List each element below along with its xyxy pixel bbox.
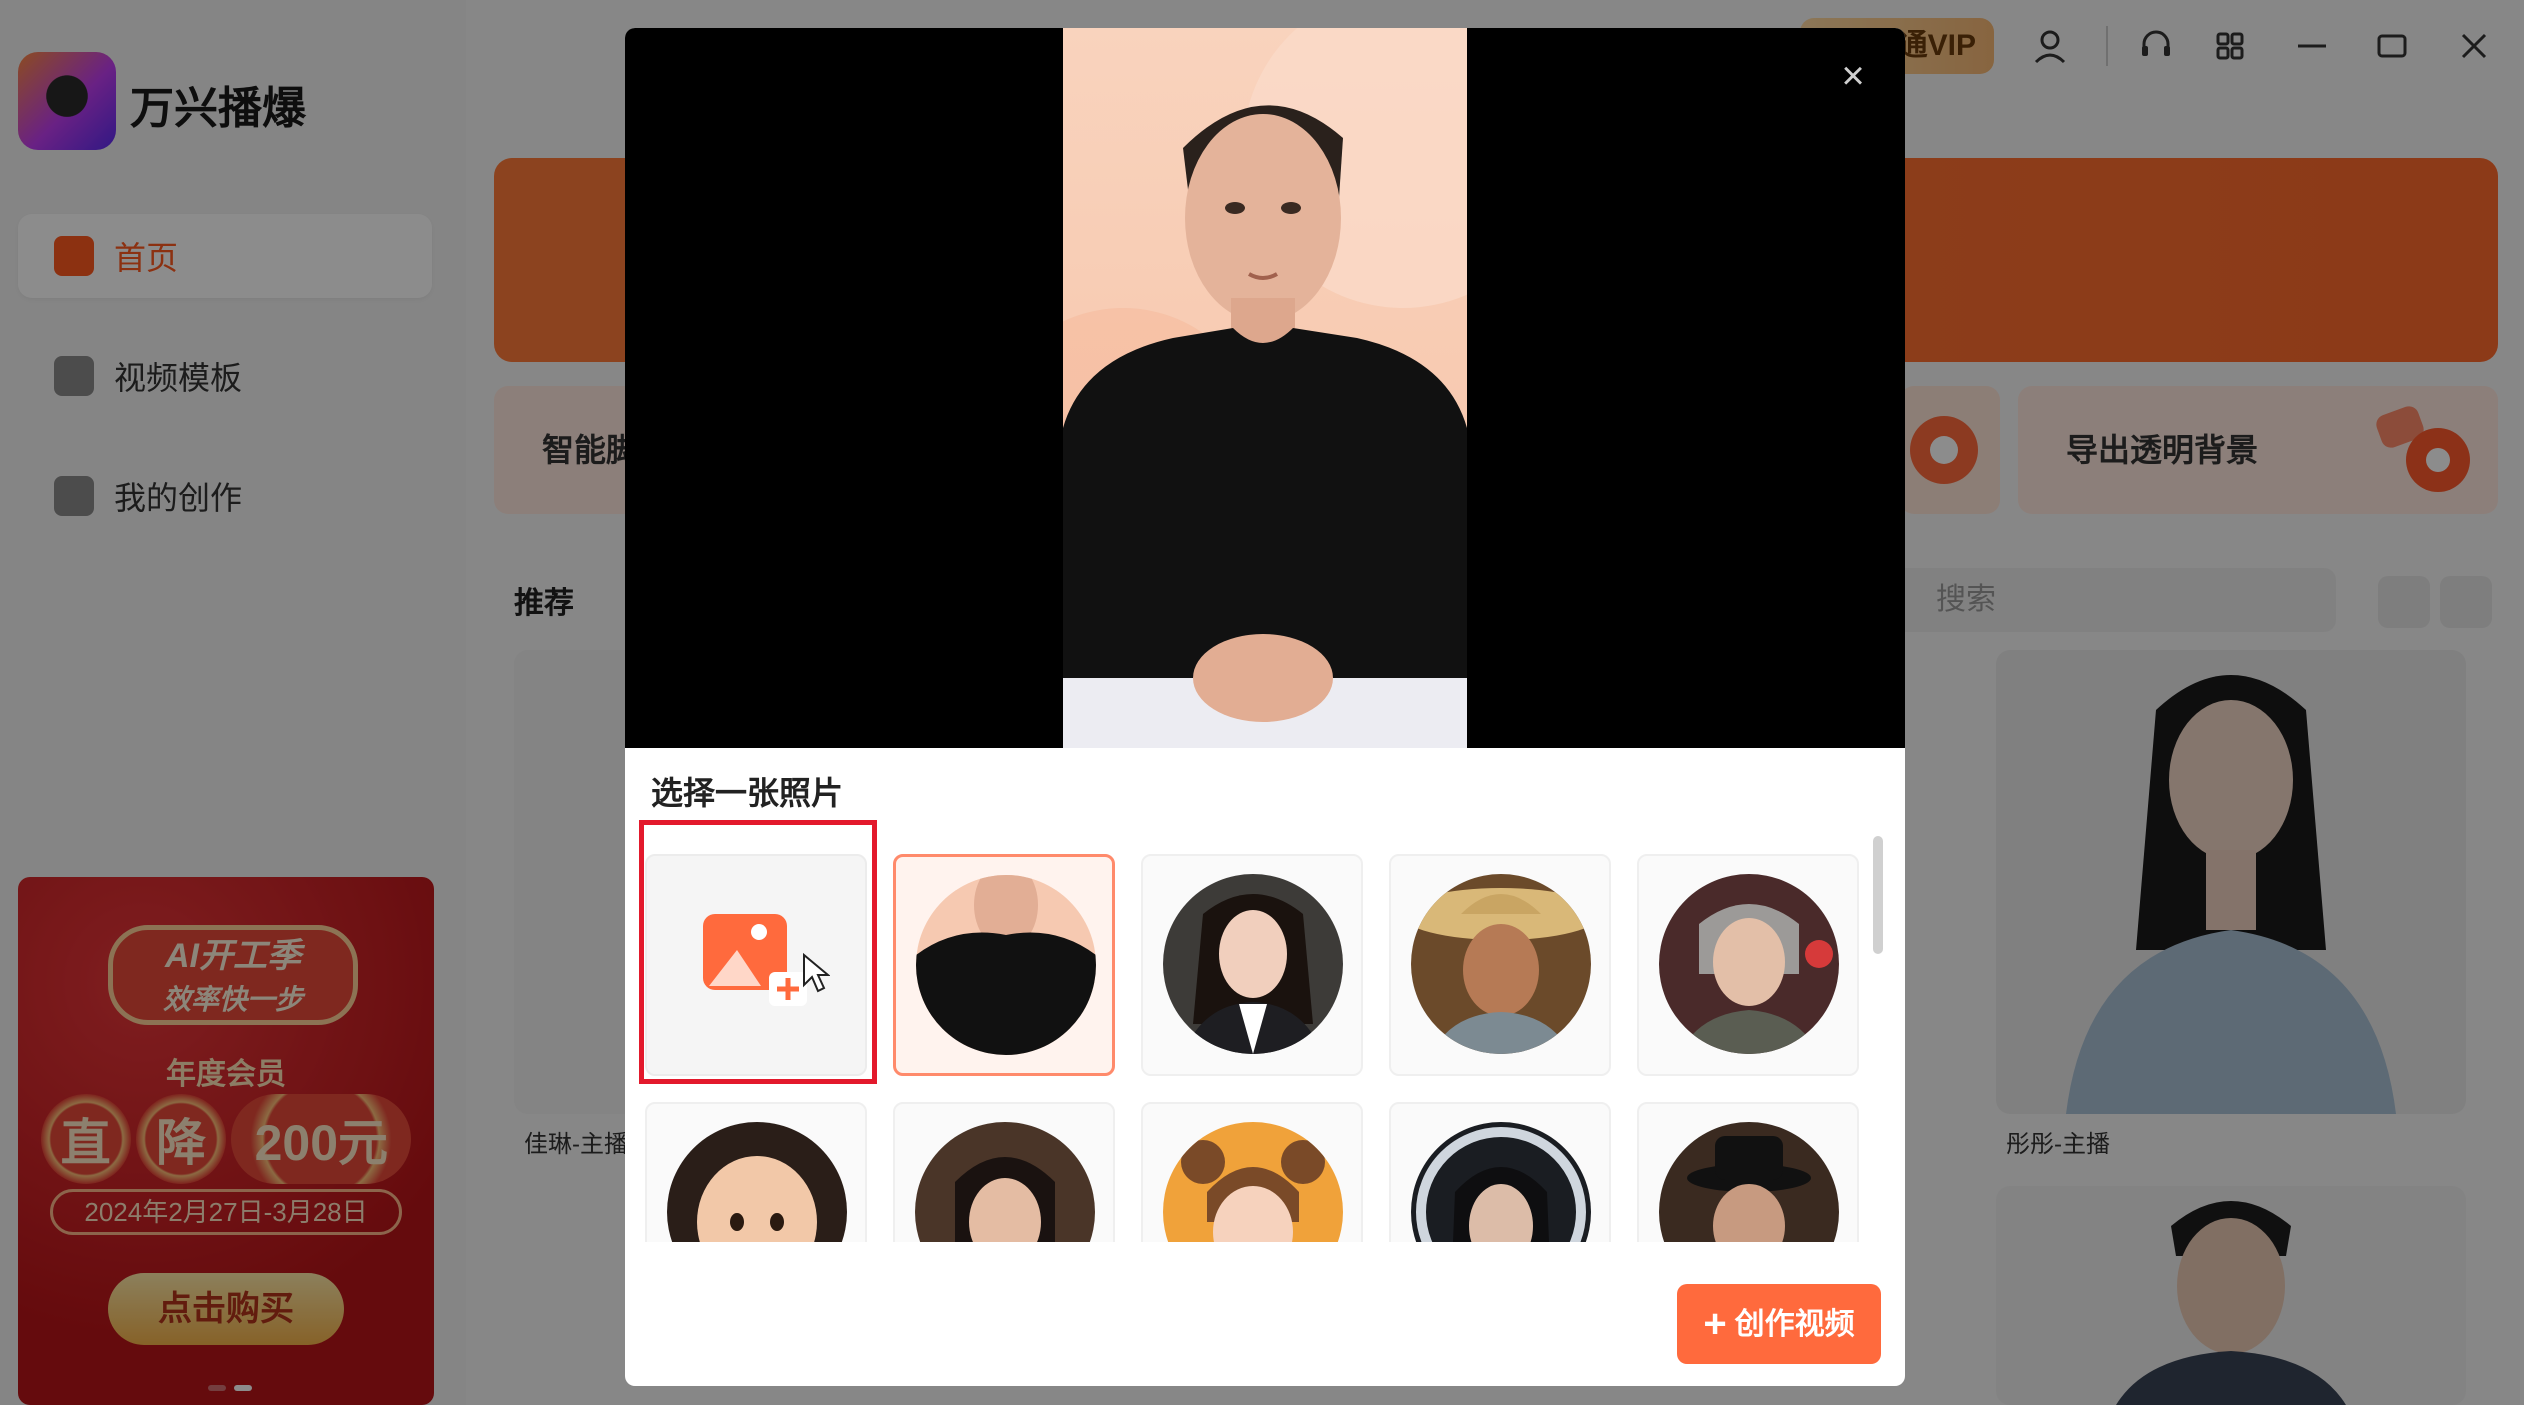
select-photo-title: 选择一张照片 [651,775,844,811]
avatar [916,875,1096,1055]
photo-elderly-woman[interactable] [1637,854,1859,1076]
avatar [1411,874,1591,1054]
photo-little-girl[interactable] [1141,1102,1363,1242]
photo-baby[interactable] [645,1102,867,1242]
young-man-portrait [1063,28,1467,748]
photo-woman-dark[interactable] [1389,1102,1611,1242]
preview-photo [1063,28,1467,748]
photo-young-woman[interactable] [1141,854,1363,1076]
plus-icon: + [1703,1302,1727,1346]
close-dialog-button[interactable]: × [1831,54,1875,98]
create-video-button[interactable]: + 创作视频 [1677,1284,1881,1364]
avatar [1659,874,1839,1054]
upload-highlight-box [639,820,877,1084]
photo-select-dialog: × 选择一张照片 + 创作视频 [625,28,1905,1386]
avatar [1163,874,1343,1054]
avatar [1411,1122,1591,1242]
photo-grid-scrollbar[interactable] [1873,836,1883,954]
photo-elderly-man-hat[interactable] [1637,1102,1859,1242]
video-preview: × [625,28,1905,748]
avatar [1659,1122,1839,1242]
create-video-label: 创作视频 [1734,1308,1855,1341]
photo-middle-aged-woman[interactable] [893,1102,1115,1242]
photo-young-man[interactable] [893,854,1115,1076]
avatar [915,1122,1095,1242]
photo-man-straw-hat[interactable] [1389,854,1611,1076]
avatar [667,1122,847,1242]
avatar [1163,1122,1343,1242]
